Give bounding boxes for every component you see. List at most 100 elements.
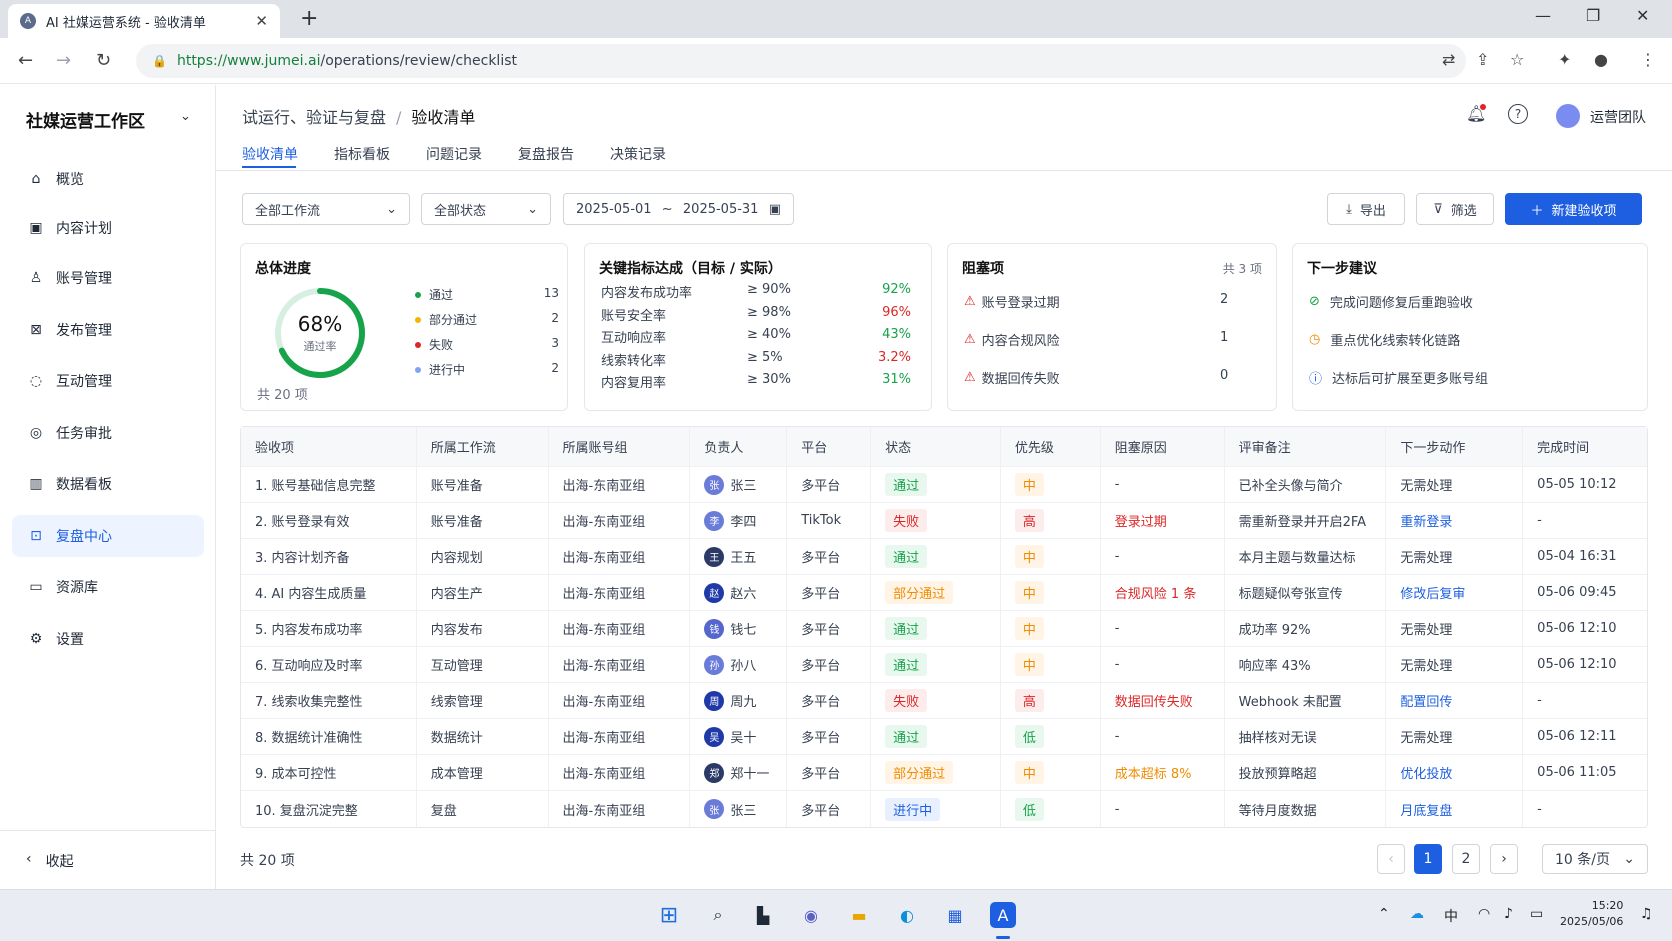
tray-chevron-up-icon[interactable]: ⌃ [1378, 906, 1390, 922]
sidebar-item-accounts[interactable]: ♙ 账号管理 [12, 257, 204, 299]
table-row[interactable]: 10. 复盘沉淀完整 复盘 出海-东南亚组 张张三 多平台 进行中 低 - 等待月度数据 月底复盘… [241, 791, 1647, 827]
column-header[interactable]: 阻塞原因 [1101, 427, 1225, 466]
share-icon[interactable]: ⇪ [1476, 50, 1489, 69]
sidebar-item-library[interactable]: ▭ 资源库 [12, 566, 204, 608]
windows-start-icon[interactable]: ⊞ [656, 902, 682, 928]
sidebar-item-content-plan[interactable]: ▣ 内容计划 [12, 207, 204, 249]
prev-page-button[interactable]: ‹ [1377, 844, 1405, 874]
workflow-select[interactable]: 全部工作流 ⌄ [242, 193, 410, 225]
table-row[interactable]: 6. 互动响应及时率 互动管理 出海-东南亚组 孙孙八 多平台 通过 中 - 响应率 43% 无需… [241, 647, 1647, 683]
filter-button[interactable]: ⊽ 筛选 [1416, 193, 1494, 225]
column-header[interactable]: 评审备注 [1225, 427, 1387, 466]
next-action-link[interactable]: 配置回传 [1400, 691, 1452, 710]
tray-cloud-icon[interactable]: ☁ [1410, 906, 1424, 922]
ime-indicator[interactable]: 中 [1444, 906, 1458, 926]
cell-status: 通过 [871, 467, 1001, 502]
blocker-row[interactable]: ⚠ 内容合规风险 [964, 330, 1060, 349]
tab-issues[interactable]: 问题记录 [426, 144, 482, 164]
column-header[interactable]: 所属账号组 [549, 427, 691, 466]
translate-icon[interactable]: ⇄ [1442, 50, 1455, 69]
sidebar-item-review-center[interactable]: ⊡ 复盘中心 [12, 515, 204, 557]
minimize-icon[interactable]: — [1535, 6, 1551, 25]
store-icon[interactable]: ▦ [942, 902, 968, 928]
browser-tab[interactable]: A AI 社媒运营系统 - 验收清单 ✕ [8, 4, 280, 38]
sidebar-item-settings[interactable]: ⚙ 设置 [12, 618, 204, 660]
table-row[interactable]: 8. 数据统计准确性 数据统计 出海-东南亚组 吴吴十 多平台 通过 低 - 抽样核对无误 无需处… [241, 719, 1647, 755]
tab-metrics[interactable]: 指标看板 [334, 144, 390, 164]
task-view-icon[interactable]: ▙ [750, 902, 776, 928]
column-header[interactable]: 优先级 [1001, 427, 1101, 466]
menu-dots-icon[interactable]: ⋮ [1640, 50, 1656, 69]
sidebar-item-approval[interactable]: ◎ 任务审批 [12, 412, 204, 454]
sidebar-item-publish[interactable]: ⊠ 发布管理 [12, 309, 204, 351]
sidebar-item-dashboard[interactable]: ▥ 数据看板 [12, 463, 204, 505]
url-field[interactable]: 🔒 https://www.jumei.ai/operations/review… [136, 44, 1466, 78]
page-button-1[interactable]: 1 [1414, 844, 1442, 874]
tab-report[interactable]: 复盘报告 [518, 144, 574, 164]
column-header[interactable]: 平台 [787, 427, 872, 466]
table-row[interactable]: 4. AI 内容生成质量 内容生产 出海-东南亚组 赵赵六 多平台 部分通过 中 合规风险 1… [241, 575, 1647, 611]
file-explorer-icon[interactable]: ▬ [846, 902, 872, 928]
chevron-down-icon[interactable]: ⌄ [180, 109, 191, 124]
forward-icon[interactable]: → [56, 50, 71, 71]
volume-icon[interactable]: ♪ [1504, 906, 1513, 922]
sidebar-item-overview[interactable]: ⌂ 概览 [12, 158, 204, 200]
date-range-picker[interactable]: 2025-05-01 ~ 2025-05-31 ▣ [563, 193, 794, 225]
blocker-row[interactable]: ⚠ 数据回传失败 [964, 368, 1060, 387]
cell-flow: 复盘 [417, 791, 549, 827]
extensions-icon[interactable]: ✦ [1558, 50, 1571, 69]
edge-browser-icon[interactable]: ◐ [894, 902, 920, 928]
sidebar-item-interaction[interactable]: ◌ 互动管理 [12, 360, 204, 402]
table-row[interactable]: 3. 内容计划齐备 内容规划 出海-东南亚组 王王五 多平台 通过 中 - 本月主题与数量达标 无… [241, 539, 1647, 575]
reload-icon[interactable]: ↻ [96, 50, 111, 71]
column-header[interactable]: 验收项 [241, 427, 417, 466]
clock[interactable]: 15:20 2025/05/06 [1560, 898, 1623, 930]
battery-icon[interactable]: ▭ [1530, 906, 1543, 922]
new-tab-icon[interactable]: + [300, 6, 318, 31]
back-icon[interactable]: ← [18, 50, 33, 71]
next-action-link[interactable]: 重新登录 [1400, 511, 1452, 530]
table-row[interactable]: 2. 账号登录有效 账号准备 出海-东南亚组 李李四 TikTok 失败 高 登录过期 需重新登… [241, 503, 1647, 539]
next-action-link[interactable]: 优化投放 [1400, 763, 1452, 782]
workspace-name[interactable]: 社媒运营工作区 [26, 107, 145, 132]
column-header[interactable]: 完成时间 [1523, 427, 1647, 466]
active-app-icon[interactable]: A [990, 902, 1016, 928]
collapse-button[interactable]: ‹ 收起 [26, 851, 74, 871]
table-row[interactable]: 1. 账号基础信息完整 账号准备 出海-东南亚组 张张三 多平台 通过 中 - 已补全头像与简介… [241, 467, 1647, 503]
next-action-link[interactable]: 月底复盘 [1400, 800, 1452, 819]
platform-name: 多平台 [801, 623, 841, 638]
page-button-2[interactable]: 2 [1452, 844, 1480, 874]
priority-badge: 高 [1014, 689, 1044, 712]
tab-checklist[interactable]: 验收清单 [242, 144, 298, 164]
status-select[interactable]: 全部状态 ⌄ [421, 193, 551, 225]
page-size-select[interactable]: 10 条/页 ⌄ [1542, 844, 1648, 874]
wifi-icon[interactable]: ◠ [1478, 906, 1490, 922]
close-window-icon[interactable]: ✕ [1636, 6, 1649, 25]
user-name[interactable]: 运营团队 [1590, 107, 1646, 127]
breadcrumb-parent[interactable]: 试运行、验证与复盘 [242, 108, 386, 127]
next-action-link[interactable]: 修改后复审 [1400, 583, 1465, 602]
help-icon[interactable]: ? [1508, 104, 1528, 124]
kpi-name: 线索转化率 [601, 353, 667, 369]
profile-icon[interactable]: ● [1594, 50, 1608, 69]
notification-center-icon[interactable]: ♫ [1640, 906, 1653, 922]
avatar[interactable] [1556, 104, 1580, 128]
table-row[interactable]: 9. 成本可控性 成本管理 出海-东南亚组 郑郑十一 多平台 部分通过 中 成本超标 8% 投放… [241, 755, 1647, 791]
chat-app-icon[interactable]: ◉ [798, 902, 824, 928]
priority-badge: 低 [1014, 797, 1044, 821]
next-page-button[interactable]: › [1490, 844, 1518, 874]
blocker-row[interactable]: ⚠ 账号登录过期 [964, 292, 1060, 311]
bookmark-star-icon[interactable]: ☆ [1510, 50, 1524, 69]
export-button[interactable]: ⤓ 导出 [1327, 193, 1405, 225]
table-row[interactable]: 5. 内容发布成功率 内容发布 出海-东南亚组 钱钱七 多平台 通过 中 - 成功率 92% 无需… [241, 611, 1647, 647]
column-header[interactable]: 下一步动作 [1386, 427, 1524, 466]
restore-icon[interactable]: ❐ [1586, 6, 1600, 25]
column-header[interactable]: 负责人 [690, 427, 788, 466]
column-header[interactable]: 所属工作流 [417, 427, 549, 466]
close-tab-icon[interactable]: ✕ [255, 12, 268, 30]
tab-decisions[interactable]: 决策记录 [610, 144, 666, 164]
new-check-item-button[interactable]: ＋ 新建验收项 [1505, 193, 1642, 225]
column-header[interactable]: 状态 [871, 427, 1001, 466]
search-icon[interactable]: ⌕ [705, 902, 731, 928]
table-row[interactable]: 7. 线索收集完整性 线索管理 出海-东南亚组 周周九 多平台 失败 高 数据回传失败 Webh… [241, 683, 1647, 719]
